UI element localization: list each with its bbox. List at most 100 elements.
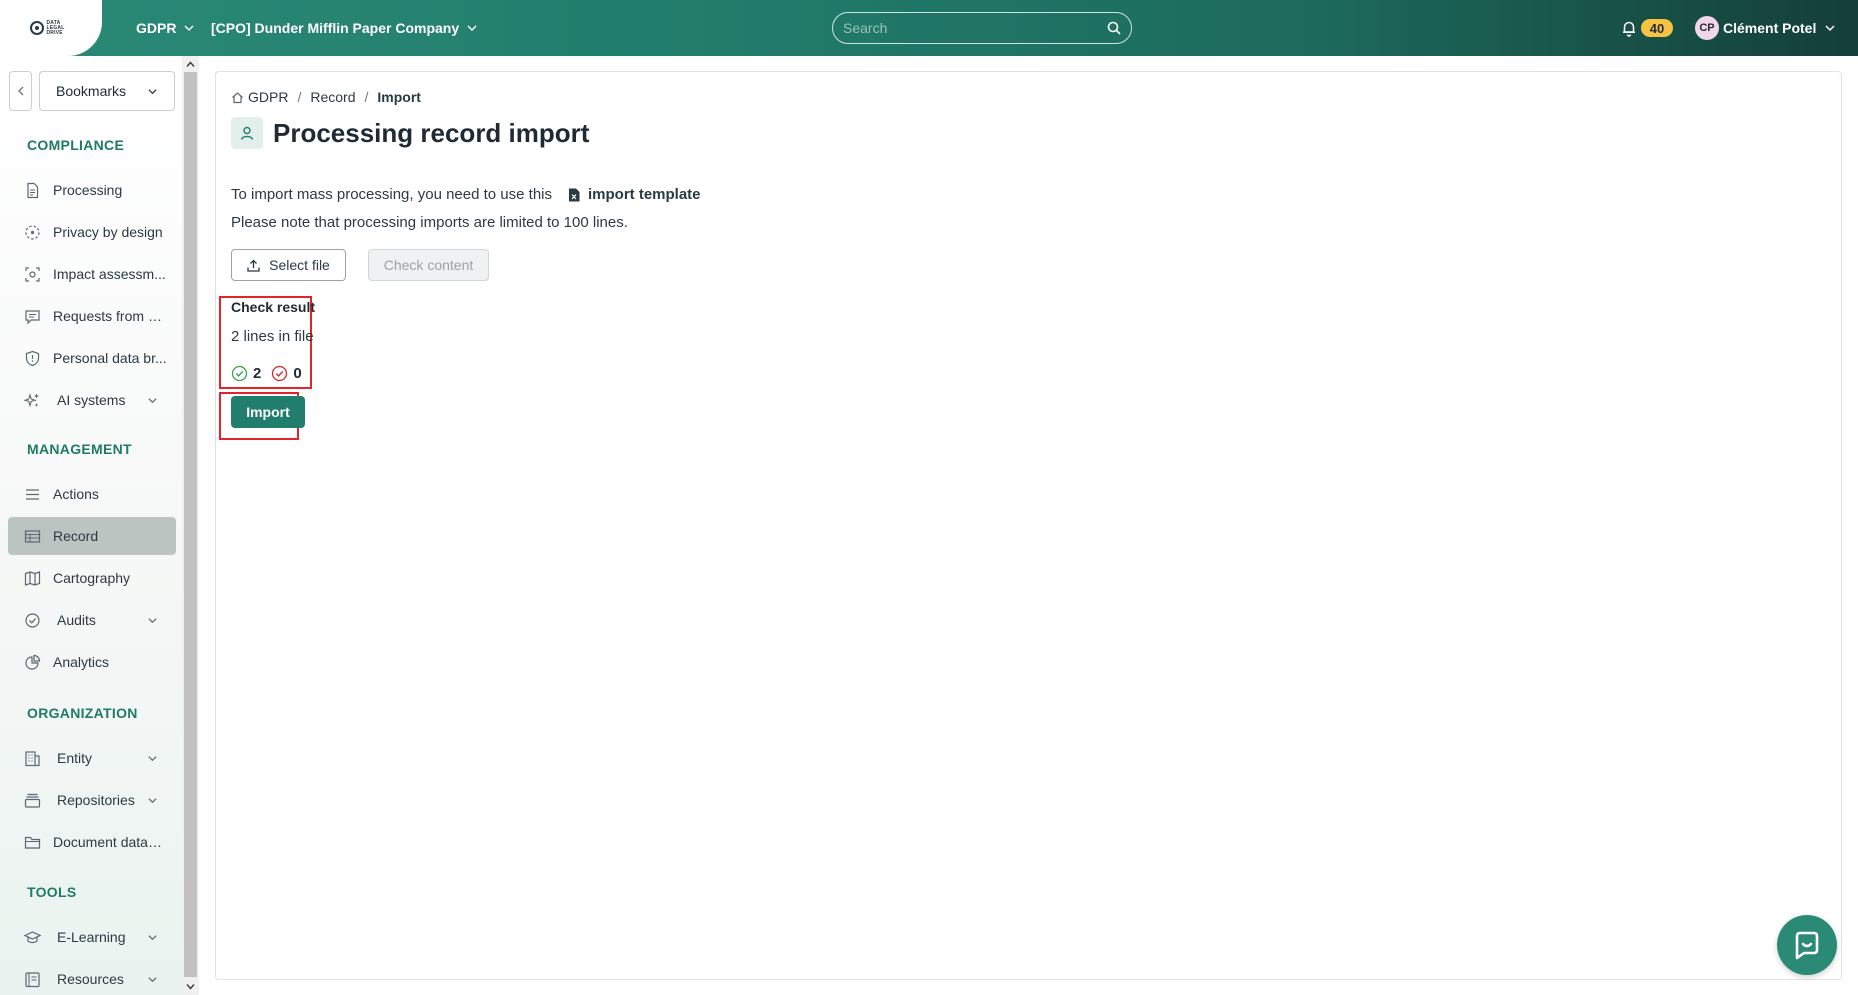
chevron-down-icon[interactable] bbox=[147, 395, 158, 406]
valid-count: 2 bbox=[253, 365, 262, 382]
breadcrumb: GDPR / Record / Import bbox=[231, 89, 421, 105]
notification-badge[interactable]: 40 bbox=[1641, 19, 1673, 37]
user-icon bbox=[231, 117, 263, 149]
sidebar-item-label: Record bbox=[53, 528, 99, 544]
import-template-label: import template bbox=[588, 186, 701, 203]
sidebar-item-data-breach[interactable]: Personal data br... bbox=[8, 339, 176, 377]
avatar[interactable]: CP bbox=[1695, 16, 1719, 40]
sidebar-item-label: Personal data br... bbox=[53, 350, 167, 366]
sidebar-item-label: Cartography bbox=[53, 570, 131, 586]
import-limit-text: Please note that processing imports are … bbox=[231, 214, 628, 231]
sidebar: Bookmarks COMPLIANCE Processing Privacy … bbox=[0, 56, 182, 995]
import-info-text: To import mass processing, you need to u… bbox=[231, 186, 552, 203]
chevron-left-icon bbox=[17, 86, 23, 96]
chevron-down-icon[interactable] bbox=[147, 974, 158, 985]
excel-file-icon bbox=[569, 188, 580, 201]
title-row: Processing record import bbox=[231, 117, 589, 149]
import-template-link[interactable]: import template bbox=[568, 186, 701, 203]
scroll-down-icon[interactable] bbox=[185, 981, 196, 992]
search-box bbox=[832, 12, 1132, 44]
main-content: GDPR / Record / Import Processing record… bbox=[215, 71, 1842, 980]
sidebar-item-analytics[interactable]: Analytics bbox=[8, 643, 176, 681]
breadcrumb-current: Import bbox=[377, 89, 421, 105]
book-icon bbox=[25, 971, 40, 987]
home-icon bbox=[232, 91, 243, 103]
help-chat-button[interactable] bbox=[1777, 915, 1837, 975]
search-input[interactable] bbox=[843, 20, 1107, 36]
folder-icon bbox=[24, 836, 41, 849]
check-circle-icon bbox=[25, 612, 40, 628]
top-bar: DATA LEGAL DRIVE GDPR [CPO] Dunder Miffl… bbox=[0, 0, 1858, 56]
collapse-sidebar-button[interactable] bbox=[9, 71, 32, 111]
sidebar-item-label: Processing bbox=[53, 182, 123, 198]
sidebar-item-label: Document datab... bbox=[53, 834, 167, 850]
section-tools: TOOLS bbox=[27, 884, 77, 900]
check-result-lines: 2 lines in file bbox=[231, 328, 314, 345]
search-icon[interactable] bbox=[1107, 21, 1121, 35]
select-file-label: Select file bbox=[269, 257, 330, 273]
scroll-thumb[interactable] bbox=[184, 72, 197, 977]
select-file-button[interactable]: Select file bbox=[231, 249, 346, 281]
scroll-up-icon[interactable] bbox=[185, 59, 196, 70]
graduation-cap-icon bbox=[24, 930, 41, 943]
sidebar-item-resources[interactable]: Resources bbox=[8, 960, 176, 995]
section-compliance: COMPLIANCE bbox=[27, 137, 125, 153]
chevron-down-icon[interactable] bbox=[147, 615, 158, 626]
breadcrumb-separator: / bbox=[297, 89, 302, 105]
page-title: Processing record import bbox=[273, 117, 590, 148]
bookmarks-label: Bookmarks bbox=[56, 83, 127, 99]
breadcrumb-separator: / bbox=[364, 89, 369, 105]
document-icon bbox=[27, 182, 39, 198]
check-result-title: Check result bbox=[231, 299, 316, 315]
bookmarks-dropdown[interactable]: Bookmarks bbox=[39, 71, 175, 111]
import-button[interactable]: Import bbox=[231, 396, 305, 428]
sidebar-item-label: Requests from d... bbox=[53, 308, 167, 324]
sidebar-item-processing[interactable]: Processing bbox=[8, 171, 176, 209]
user-menu[interactable]: Clément Potel bbox=[1723, 0, 1836, 56]
dashed-circle-icon bbox=[25, 224, 40, 240]
app-logo: DATA LEGAL DRIVE bbox=[29, 19, 73, 36]
logo-icon bbox=[29, 21, 44, 35]
pie-chart-icon bbox=[25, 654, 41, 670]
list-icon bbox=[26, 488, 39, 500]
map-icon bbox=[24, 570, 41, 586]
sidebar-item-actions[interactable]: Actions bbox=[8, 475, 176, 513]
archive-icon bbox=[24, 793, 41, 808]
sidebar-item-privacy-by-design[interactable]: Privacy by design bbox=[8, 213, 176, 251]
section-organization: ORGANIZATION bbox=[27, 705, 138, 721]
sidebar-scrollbar[interactable] bbox=[182, 56, 199, 995]
invalid-count: 0 bbox=[293, 365, 302, 382]
sidebar-item-ai-systems[interactable]: AI systems bbox=[8, 381, 176, 419]
logo-text: DATA LEGAL DRIVE bbox=[46, 19, 65, 36]
chevron-down-icon[interactable] bbox=[147, 753, 158, 764]
check-content-button[interactable]: Check content bbox=[368, 249, 489, 281]
section-management: MANAGEMENT bbox=[27, 441, 132, 457]
breadcrumb-gdpr[interactable]: GDPR bbox=[248, 89, 288, 105]
table-icon bbox=[24, 529, 41, 543]
sidebar-item-label: Impact assessm... bbox=[53, 266, 166, 282]
logo-area[interactable]: DATA LEGAL DRIVE bbox=[0, 0, 102, 56]
upload-icon bbox=[247, 259, 260, 272]
sidebar-item-cartography[interactable]: Cartography bbox=[8, 559, 176, 597]
chevron-down-icon[interactable] bbox=[147, 932, 158, 943]
module-label: GDPR bbox=[136, 20, 177, 36]
sidebar-item-entity[interactable]: Entity bbox=[8, 739, 176, 777]
module-selector[interactable]: GDPR bbox=[136, 0, 195, 56]
chevron-down-icon bbox=[467, 25, 477, 32]
chevron-down-icon bbox=[148, 88, 157, 94]
building-icon bbox=[25, 750, 40, 766]
scan-icon bbox=[25, 266, 40, 282]
sidebar-item-record[interactable]: Record bbox=[8, 517, 176, 555]
sidebar-item-impact-assessment[interactable]: Impact assessm... bbox=[8, 255, 176, 293]
sidebar-item-audits[interactable]: Audits bbox=[8, 601, 176, 639]
sidebar-item-document-database[interactable]: Document datab... bbox=[8, 823, 176, 861]
sidebar-item-requests[interactable]: Requests from d... bbox=[8, 297, 176, 335]
check-result-counts: 2 0 bbox=[231, 365, 312, 382]
breadcrumb-record[interactable]: Record bbox=[310, 89, 355, 105]
sidebar-item-repositories[interactable]: Repositories bbox=[8, 781, 176, 819]
bell-icon[interactable] bbox=[1620, 19, 1638, 37]
sidebar-item-elearning[interactable]: E-Learning bbox=[8, 918, 176, 956]
sparkles-icon bbox=[24, 392, 39, 407]
company-selector[interactable]: [CPO] Dunder Mifflin Paper Company bbox=[211, 0, 478, 56]
chevron-down-icon[interactable] bbox=[147, 795, 158, 806]
